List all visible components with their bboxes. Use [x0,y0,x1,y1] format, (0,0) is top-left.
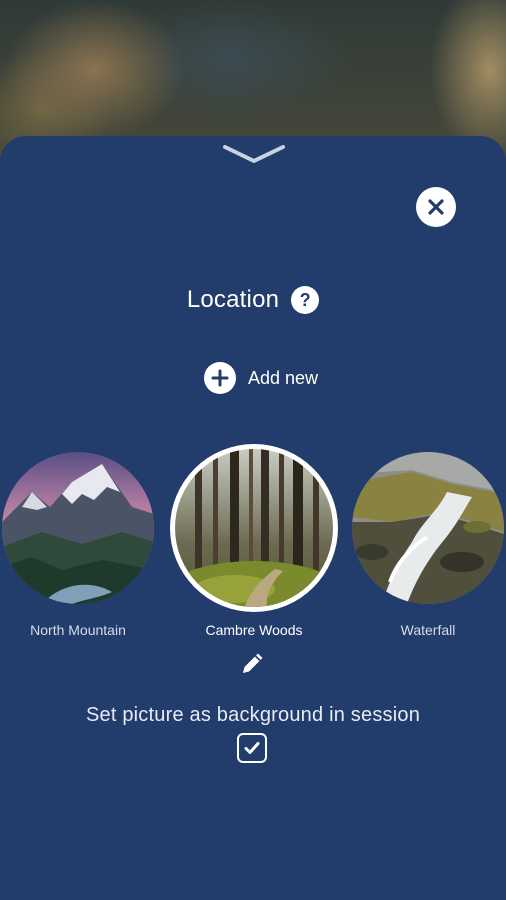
location-name: Waterfall [400,622,456,638]
close-icon [428,199,444,215]
check-icon [244,742,260,754]
plus-icon [204,362,236,394]
location-name: Cambre Woods [205,622,303,638]
pencil-icon[interactable] [238,648,268,678]
location-item-cambre-woods[interactable]: Cambre Woods [170,444,338,642]
help-button[interactable]: ? [291,286,320,314]
title-row: Location ? [0,286,506,314]
location-bottom-sheet: Location ? Add new North Mountain Cambre… [0,136,506,900]
location-item-north-mountain[interactable]: North Mountain [2,452,154,642]
background-option-checkbox[interactable] [237,733,267,763]
mountain-photo [2,452,154,604]
question-mark-icon: ? [299,289,311,310]
page-title: Location [186,286,280,313]
location-item-waterfall[interactable]: Waterfall [352,452,504,642]
add-new-label: Add new [248,367,319,388]
location-name: North Mountain [30,622,126,638]
waterfall-photo [352,452,504,604]
background-option-label: Set picture as background in session [85,704,421,726]
chevron-down-icon[interactable] [222,144,286,164]
close-button[interactable] [416,187,456,227]
forest-photo [175,449,333,607]
add-new-button[interactable]: Add new [204,362,318,394]
